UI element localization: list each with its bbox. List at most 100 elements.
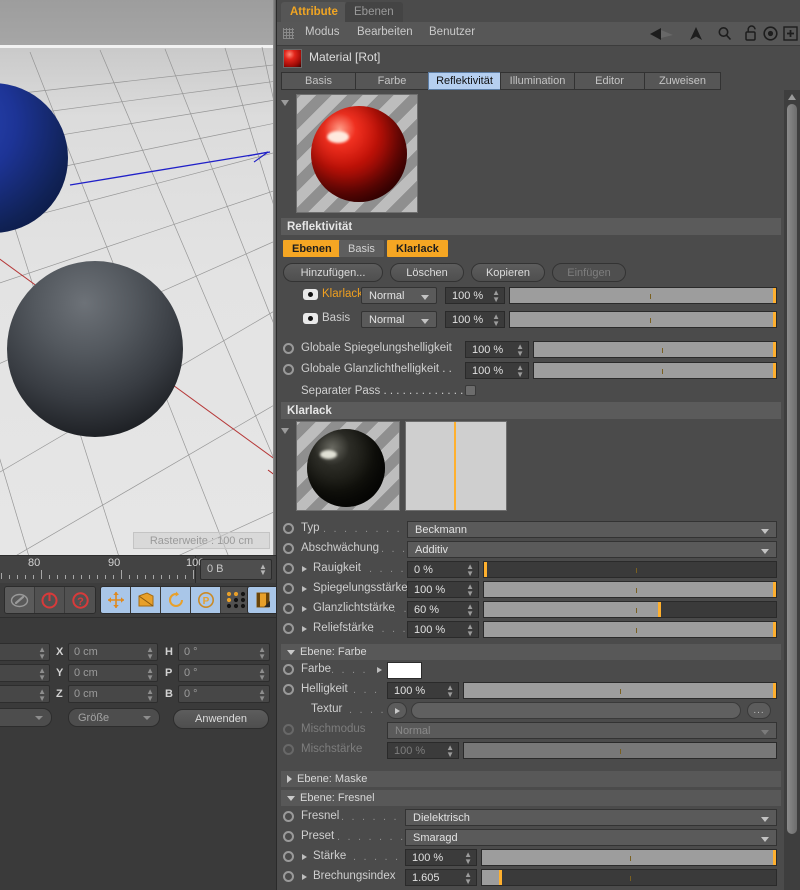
coord-size-dropdown[interactable]: Größe	[68, 708, 160, 727]
back-arrow-icon[interactable]	[649, 27, 675, 46]
animate-toggle-icon[interactable]	[283, 343, 294, 354]
fresnel-dropdown[interactable]: Dielektrisch	[405, 809, 777, 826]
pill-ebenen[interactable]: Ebenen	[283, 240, 341, 257]
menu-modus[interactable]: Modus	[305, 26, 340, 38]
animate-toggle-icon[interactable]	[283, 364, 294, 375]
timeline-ruler[interactable]: 80 90 100	[0, 556, 196, 584]
expand-arrow-icon[interactable]	[302, 606, 307, 612]
animate-toggle-icon[interactable]	[283, 871, 294, 882]
tab-editor[interactable]: Editor	[574, 72, 644, 90]
material-page-tabs[interactable]: Basis Farbe Reflektivität Illumination E…	[281, 72, 721, 90]
layer-name-klarlack[interactable]: Klarlack	[322, 288, 363, 300]
animate-toggle-icon[interactable]	[283, 563, 294, 574]
animate-toggle-icon[interactable]	[283, 851, 294, 862]
attribute-menu-bar[interactable]: Modus Bearbeiten Benutzer	[277, 22, 800, 46]
coord-rot-p-field[interactable]: 0 ° ▲▼	[178, 664, 270, 682]
layer-opacity-klarlack[interactable]: 100 % ▲▼	[445, 287, 505, 304]
bottom-toolbar[interactable]: ?	[0, 583, 276, 617]
texture-path-field[interactable]	[411, 702, 741, 719]
expand-arrow-icon[interactable]	[302, 566, 307, 572]
stepper-icon[interactable]: ▲▼	[146, 688, 154, 702]
staerke-slider[interactable]	[481, 849, 777, 866]
stepper-icon[interactable]: ▲▼	[146, 667, 154, 681]
coordinates-panel[interactable]: ▲▼ X 0 cm ▲▼ H 0 ° ▲▼ ▲▼ Y 0 cm ▲▼ P 0 °…	[0, 617, 276, 890]
paste-layer-button[interactable]: Einfügen	[552, 263, 626, 282]
stepper-icon[interactable]: ▲▼	[492, 290, 500, 303]
globale-glanzlichthelligkeit-slider[interactable]	[533, 362, 777, 379]
apply-button[interactable]: Anwenden	[173, 709, 269, 729]
rauigkeit-slider[interactable]	[483, 561, 777, 578]
globale-spiegelungshelligkeit-field[interactable]: 100 % ▲▼	[465, 341, 529, 358]
coord-mode-dropdown[interactable]	[0, 708, 52, 727]
layer-opacity-slider-klarlack[interactable]	[509, 287, 777, 304]
rauigkeit-field[interactable]: 0 % ▲▼	[407, 561, 479, 578]
animate-toggle-icon[interactable]	[283, 523, 294, 534]
stepper-icon[interactable]: ▲▼	[38, 688, 46, 702]
layer-blendmode-klarlack[interactable]: Normal	[361, 287, 437, 304]
tab-ebenen[interactable]: Ebenen	[345, 2, 403, 22]
stepper-icon[interactable]: ▲▼	[466, 564, 474, 577]
stepper-icon[interactable]: ▲▼	[516, 344, 524, 357]
animate-toggle-icon[interactable]	[283, 543, 294, 554]
coord-rot-b-field[interactable]: 0 ° ▲▼	[178, 685, 270, 703]
stepper-icon[interactable]: ▲▼	[464, 852, 472, 865]
brechungsindex-slider[interactable]	[481, 869, 777, 886]
stepper-icon[interactable]: ▲▼	[258, 667, 266, 681]
delete-layer-button[interactable]: Löschen	[390, 263, 464, 282]
coord-size-y-field[interactable]: ▲▼	[0, 664, 50, 682]
coord-size-x-field[interactable]: ▲▼	[0, 643, 50, 661]
animate-toggle-icon[interactable]	[283, 684, 294, 695]
farbe-color-swatch[interactable]	[387, 662, 422, 679]
klarlack-preview-sphere[interactable]	[296, 421, 400, 511]
layer-opacity-slider-basis[interactable]	[509, 311, 777, 328]
add-layer-button[interactable]: Hinzufügen...	[283, 263, 383, 282]
frame-counter-field[interactable]: 0 B ▲▼	[200, 559, 272, 580]
coord-pos-z-field[interactable]: 0 cm ▲▼	[68, 685, 158, 703]
target-icon[interactable]	[763, 26, 778, 46]
frame-stepper[interactable]: ▲▼	[259, 564, 266, 577]
klarlack-preview-collapse-icon[interactable]	[281, 428, 289, 434]
timeline-ruler-bar[interactable]: 80 90 100	[0, 555, 276, 583]
abschwaechung-dropdown[interactable]: Additiv	[407, 541, 777, 558]
tab-farbe[interactable]: Farbe	[355, 72, 428, 90]
stepper-icon[interactable]: ▲▼	[492, 314, 500, 327]
coord-size-z-field[interactable]: ▲▼	[0, 685, 50, 703]
undo-icon[interactable]	[5, 587, 35, 613]
texture-preview-button[interactable]	[387, 702, 407, 719]
material-header[interactable]: Material [Rot]	[277, 46, 800, 70]
menu-bearbeiten[interactable]: Bearbeiten	[357, 26, 413, 38]
layer-visibility-icon[interactable]	[303, 313, 318, 324]
stepper-icon[interactable]: ▲▼	[516, 365, 524, 378]
copy-layer-button[interactable]: Kopieren	[471, 263, 545, 282]
stepper-icon[interactable]: ▲▼	[258, 688, 266, 702]
preset-dropdown[interactable]: Smaragd	[405, 829, 777, 846]
tab-attribute[interactable]: Attribute	[281, 2, 347, 22]
drag-grip-icon[interactable]	[283, 28, 294, 39]
material-thumbnail-icon[interactable]	[283, 49, 302, 68]
coord-rot-h-field[interactable]: 0 ° ▲▼	[178, 643, 270, 661]
toolbar-group-render[interactable]	[247, 586, 279, 614]
separater-pass-checkbox[interactable]	[465, 385, 476, 396]
stepper-icon[interactable]: ▲▼	[38, 667, 46, 681]
animate-toggle-icon[interactable]	[283, 583, 294, 594]
render-view-icon[interactable]	[248, 587, 278, 613]
stepper-icon[interactable]: ▲▼	[466, 624, 474, 637]
scroll-up-arrow-icon[interactable]	[788, 94, 796, 100]
stepper-icon[interactable]: ▲▼	[464, 872, 472, 885]
tab-zuweisen[interactable]: Zuweisen	[644, 72, 721, 90]
klarlack-gradient-preview[interactable]	[405, 421, 507, 511]
expand-arrow-icon[interactable]	[302, 854, 307, 860]
window-tab-strip[interactable]: Attribute Ebenen	[277, 0, 800, 22]
globale-spiegelungshelligkeit-slider[interactable]	[533, 341, 777, 358]
scrollbar-thumb[interactable]	[787, 104, 797, 834]
toolbar-group-transform[interactable]: P	[100, 586, 252, 614]
layer-blendmode-basis[interactable]: Normal	[361, 311, 437, 328]
helligkeit-field[interactable]: 100 % ▲▼	[387, 682, 459, 699]
search-icon[interactable]	[717, 26, 732, 46]
preview-collapse-icon[interactable]	[281, 100, 289, 106]
lock-icon[interactable]	[744, 25, 758, 46]
viewport-3d[interactable]: Rasterweite : 100 cm	[0, 0, 276, 555]
plus-icon[interactable]	[783, 26, 798, 46]
staerke-field[interactable]: 100 % ▲▼	[405, 849, 477, 866]
material-preview-large[interactable]	[296, 94, 418, 213]
